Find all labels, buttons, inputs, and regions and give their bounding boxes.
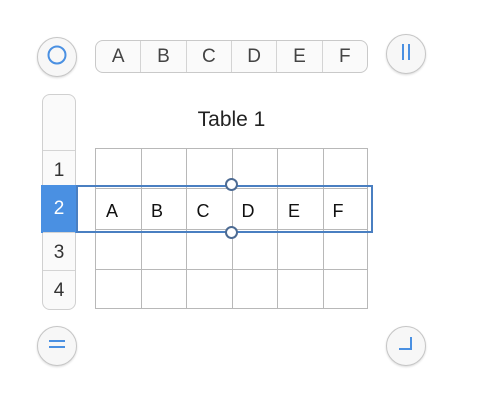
row-header-1[interactable]: 1 bbox=[43, 150, 75, 190]
resize-corner-icon bbox=[396, 334, 416, 359]
column-pause-icon bbox=[399, 41, 413, 68]
column-header-c[interactable]: C bbox=[187, 41, 232, 72]
row-header-4[interactable]: 4 bbox=[43, 270, 75, 310]
row-header-2-selected[interactable]: 2 bbox=[41, 185, 77, 233]
table-title[interactable]: Table 1 bbox=[95, 108, 368, 132]
selected-row-outline bbox=[76, 185, 373, 233]
column-header-bar: A B C D E F bbox=[95, 40, 368, 73]
column-header-d[interactable]: D bbox=[232, 41, 278, 72]
row-header-3[interactable]: 3 bbox=[43, 232, 75, 272]
resize-table-button[interactable] bbox=[386, 326, 426, 366]
column-header-b[interactable]: B bbox=[141, 41, 187, 72]
select-table-circle-icon bbox=[46, 44, 68, 71]
column-options-button[interactable] bbox=[386, 34, 426, 74]
row-equals-icon bbox=[46, 337, 68, 356]
row-resize-handle-top[interactable] bbox=[225, 178, 238, 191]
column-header-f[interactable]: F bbox=[323, 41, 367, 72]
column-header-e[interactable]: E bbox=[277, 41, 323, 72]
row-header-bar: 1 2 3 4 bbox=[41, 94, 77, 310]
select-table-button[interactable] bbox=[37, 37, 77, 77]
row-resize-handle-bottom[interactable] bbox=[225, 226, 238, 239]
row-options-button[interactable] bbox=[37, 326, 77, 366]
column-header-a[interactable]: A bbox=[96, 41, 142, 72]
